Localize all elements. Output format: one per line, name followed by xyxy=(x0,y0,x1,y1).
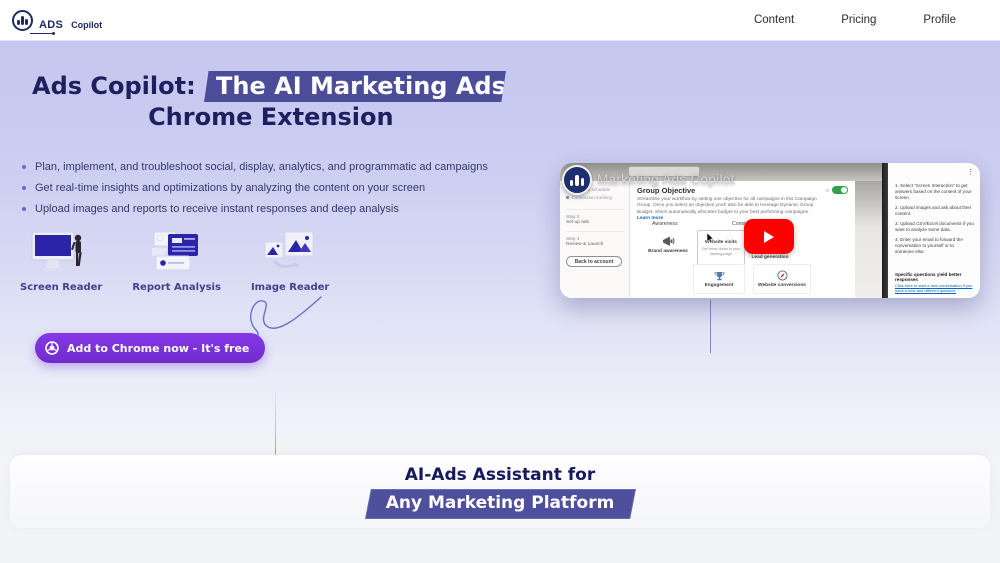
instruction-list: 1. Select "Screen Interaction" to get an… xyxy=(895,183,974,255)
card-label: Brand awareness xyxy=(648,249,688,254)
feature-label: Image Reader xyxy=(251,282,329,293)
nav-item-content[interactable]: Content xyxy=(754,14,794,26)
top-header: ADS Copilot Content Pricing Profile xyxy=(0,0,1000,40)
sidebar-step-4: Step 4 Review & Launch xyxy=(566,231,624,247)
banner-line-1: AI-Ads Assistant for xyxy=(405,465,595,485)
banner-line-2: Any Marketing Platform xyxy=(386,493,615,513)
play-triangle-icon xyxy=(764,231,774,243)
card-label: Engagement xyxy=(705,283,734,288)
logo-underline-decoration xyxy=(30,33,52,34)
nav-item-profile[interactable]: Profile xyxy=(923,14,956,26)
toggle-prefix-decoration: ≡ xyxy=(826,188,829,194)
step-label: Set up ads xyxy=(566,220,624,225)
card-engagement[interactable]: Engagement xyxy=(693,264,745,294)
feature-report-analysis: Report Analysis xyxy=(132,230,221,293)
report-analysis-illustration xyxy=(148,230,206,274)
instruction-item: 1. Select "Screen Interaction" to get an… xyxy=(895,183,974,201)
youtube-play-button[interactable] xyxy=(744,219,794,254)
bottom-banner-section: AI-Ads Assistant for Any Marketing Platf… xyxy=(10,455,990,528)
title-pre: Ads Copilot: xyxy=(32,72,196,100)
bullet-text: Upload images and reports to receive ins… xyxy=(35,203,399,215)
step-label: Review & Launch xyxy=(566,242,624,247)
preview-title: Marketing Ads Copilot xyxy=(597,172,735,187)
screen-reader-illustration xyxy=(30,230,92,274)
group-objective-heading: Group Objective xyxy=(637,186,695,195)
feature-row: Screen Reader Report Analysis xyxy=(20,230,329,293)
chrome-icon xyxy=(45,341,59,355)
step-number: Step 4 xyxy=(566,236,624,241)
image-reader-illustration xyxy=(261,230,319,274)
title-post: Chrome Extension xyxy=(148,103,393,131)
cta-label: Add to Chrome now - It's free xyxy=(67,342,249,355)
card-brand-awareness[interactable]: Brand awareness xyxy=(643,228,693,261)
main-nav: Content Pricing Profile xyxy=(754,14,956,26)
bullet-dot-icon xyxy=(22,165,26,169)
hero-bullet-list: Plan, implement, and troubleshoot social… xyxy=(22,161,488,224)
feature-label: Report Analysis xyxy=(132,282,221,293)
feature-label: Screen Reader xyxy=(20,282,102,293)
new-conversation-link[interactable]: Click here to start a new conversation i… xyxy=(895,283,973,293)
card-website-visits[interactable]: Website visits Get more clicks to your l… xyxy=(697,230,745,266)
step-number: Step 3 xyxy=(566,214,624,219)
sidebar-item-conversion[interactable]: Conversion tracking xyxy=(566,195,624,200)
kebab-menu-icon[interactable]: ⋮ xyxy=(967,169,974,176)
toggle-knob xyxy=(841,187,847,193)
page-title: Ads Copilot: The AI Marketing Ads Copilo… xyxy=(32,71,572,133)
column-awareness: Awareness xyxy=(652,221,678,227)
objective-toggle-on[interactable] xyxy=(832,186,848,194)
card-lead-generation[interactable]: Lead generation xyxy=(744,255,796,260)
nav-item-pricing[interactable]: Pricing xyxy=(841,14,876,26)
brand-name: ADS xyxy=(39,19,63,31)
bullet-text: Plan, implement, and troubleshoot social… xyxy=(35,161,488,173)
brand-logo[interactable]: ADS Copilot xyxy=(12,10,102,31)
bullet-dot-icon xyxy=(22,186,26,190)
brand-product: Copilot xyxy=(71,20,102,31)
feature-screen-reader: Screen Reader xyxy=(20,230,102,293)
card-label: Website conversions xyxy=(758,283,806,288)
copilot-side-panel: ⋮ 1. Select "Screen Interaction" to get … xyxy=(888,163,980,298)
compass-icon xyxy=(777,270,788,281)
campaign-sidebar: Budget & schedule Conversion tracking St… xyxy=(560,181,630,298)
group-objective-panel: Group Objective ≡ Streamline your workfl… xyxy=(630,181,855,298)
bar-chart-logo-icon xyxy=(12,10,33,31)
sidebar-step-3: Step 3 Set up ads xyxy=(566,209,624,225)
bullet-dot-icon xyxy=(22,207,26,211)
objective-description: Streamline your workflow by setting one … xyxy=(637,197,817,222)
bullet-item: Plan, implement, and troubleshoot social… xyxy=(22,161,488,173)
mouse-cursor-icon xyxy=(707,233,715,243)
card-subtext: Get more clicks to your landing page xyxy=(700,247,742,256)
bullet-item: Upload images and reports to receive ins… xyxy=(22,203,488,215)
megaphone-icon xyxy=(662,236,675,247)
instruction-item: 4. Enter your email to forward the conve… xyxy=(895,237,974,255)
trophy-icon xyxy=(714,271,725,281)
panel-footer-note: Specific questions yield better response… xyxy=(895,272,980,282)
card-website-conversions[interactable]: Website conversions xyxy=(753,264,811,294)
connector-line xyxy=(710,300,711,353)
feature-image-reader: Image Reader xyxy=(251,230,329,293)
banner-line-2-wrap: Any Marketing Platform xyxy=(368,489,633,519)
bullet-item: Get real-time insights and optimizations… xyxy=(22,182,488,194)
instruction-item: 3. Upload CSV/Excel documents if you wan… xyxy=(895,221,974,233)
bullet-text: Get real-time insights and optimizations… xyxy=(35,182,425,194)
instruction-item: 2. Upload images and ask about their con… xyxy=(895,205,974,217)
add-to-chrome-button[interactable]: Add to Chrome now - It's free xyxy=(35,333,265,363)
preview-bar-chart-logo-icon xyxy=(562,165,592,195)
page-gutter-decoration xyxy=(855,181,882,298)
back-to-account-button[interactable]: Back to account xyxy=(566,256,622,267)
preview-body: Budget & schedule Conversion tracking St… xyxy=(560,181,882,298)
bullet-square-icon xyxy=(566,196,569,199)
